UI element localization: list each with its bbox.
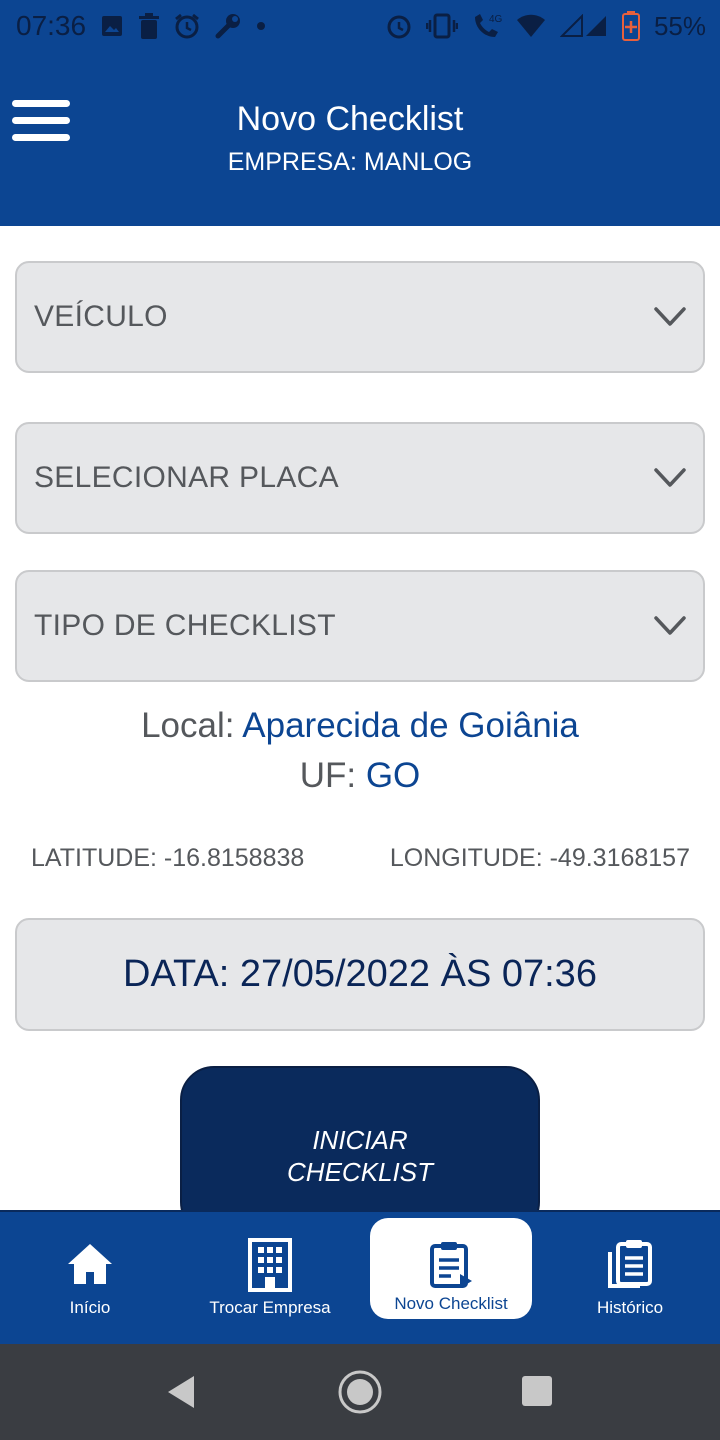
nav-item-novo-checklist[interactable]: Novo Checklist bbox=[370, 1218, 532, 1319]
status-bar: 07:36 4G 55% bbox=[0, 0, 720, 52]
status-time: 07:36 bbox=[16, 10, 87, 41]
dot-icon bbox=[256, 21, 266, 31]
call-4g-icon: 4G bbox=[472, 12, 502, 40]
latitude-text: LATITUDE: -16.8158838 bbox=[31, 844, 305, 872]
alarm-icon bbox=[174, 13, 200, 39]
battery-percent: 55% bbox=[653, 10, 706, 41]
recents-icon[interactable] bbox=[520, 1374, 554, 1413]
status-bar-right: 4G 55% bbox=[386, 11, 706, 42]
clipboard-arrow-icon bbox=[370, 1240, 532, 1290]
nav-label-inicio: Início bbox=[69, 1298, 111, 1317]
chevron-down-icon bbox=[653, 467, 687, 489]
location-city: Local: Aparecida de Goiânia bbox=[0, 706, 720, 746]
checklist-type-label: TIPO DE CHECKLIST bbox=[34, 609, 336, 642]
status-bar-left: 07:36 bbox=[16, 10, 266, 42]
signal-icon bbox=[559, 14, 608, 38]
nav-label-historico: Histórico bbox=[596, 1298, 664, 1317]
plate-select[interactable]: SELECIONAR PLACA bbox=[15, 422, 705, 534]
longitude-text: LONGITUDE: -49.3168157 bbox=[389, 844, 690, 872]
nav-item-trocar-empresa[interactable]: Trocar Empresa bbox=[180, 1212, 360, 1346]
svg-text:4G: 4G bbox=[489, 14, 502, 25]
clipboard-history-icon bbox=[540, 1240, 720, 1288]
nav-item-inicio[interactable]: Início bbox=[0, 1212, 180, 1346]
vehicle-select-label: VEÍCULO bbox=[34, 300, 168, 333]
chevron-down-icon bbox=[653, 306, 687, 328]
location-state-value: GO bbox=[365, 756, 421, 795]
location-city-label: Local: bbox=[141, 706, 235, 745]
nav-item-historico[interactable]: Histórico bbox=[540, 1212, 720, 1346]
location-state: UF: GO bbox=[0, 756, 720, 796]
date-text: DATA: 27/05/2022 ÀS 07:36 bbox=[123, 953, 597, 995]
company-subtitle: EMPRESA: MANLOG bbox=[227, 148, 473, 176]
trash-icon bbox=[138, 13, 160, 39]
wrench-icon bbox=[214, 12, 242, 40]
chevron-down-icon bbox=[653, 615, 687, 637]
home-icon bbox=[0, 1242, 180, 1286]
app-bar: Novo Checklist EMPRESA: MANLOG bbox=[0, 52, 720, 226]
back-icon[interactable] bbox=[164, 1368, 196, 1421]
wifi-icon bbox=[516, 14, 546, 38]
checklist-type-select[interactable]: TIPO DE CHECKLIST bbox=[15, 570, 705, 682]
vehicle-select[interactable]: VEÍCULO bbox=[15, 261, 705, 373]
vibrate-icon bbox=[425, 13, 458, 39]
page-title: Novo Checklist bbox=[236, 100, 464, 138]
alarm-icon bbox=[386, 13, 412, 39]
start-button-line2: CHECKLIST bbox=[287, 1157, 433, 1187]
system-nav-bar bbox=[0, 1344, 720, 1440]
location-state-label: UF: bbox=[299, 756, 357, 795]
nav-label-novo-checklist: Novo Checklist bbox=[394, 1294, 508, 1313]
battery-icon bbox=[621, 11, 640, 41]
image-icon bbox=[100, 14, 124, 38]
home-button-icon[interactable] bbox=[336, 1368, 384, 1421]
plate-select-label: SELECIONAR PLACA bbox=[34, 461, 339, 494]
date-display: DATA: 27/05/2022 ÀS 07:36 bbox=[15, 918, 705, 1031]
bottom-nav: Início Trocar Empresa Novo Checklist His… bbox=[0, 1210, 720, 1344]
location-city-value: Aparecida de Goiânia bbox=[242, 706, 579, 745]
start-button-line1: INICIAR bbox=[312, 1125, 408, 1155]
building-icon bbox=[180, 1238, 360, 1292]
nav-label-trocar-empresa: Trocar Empresa bbox=[209, 1298, 331, 1317]
